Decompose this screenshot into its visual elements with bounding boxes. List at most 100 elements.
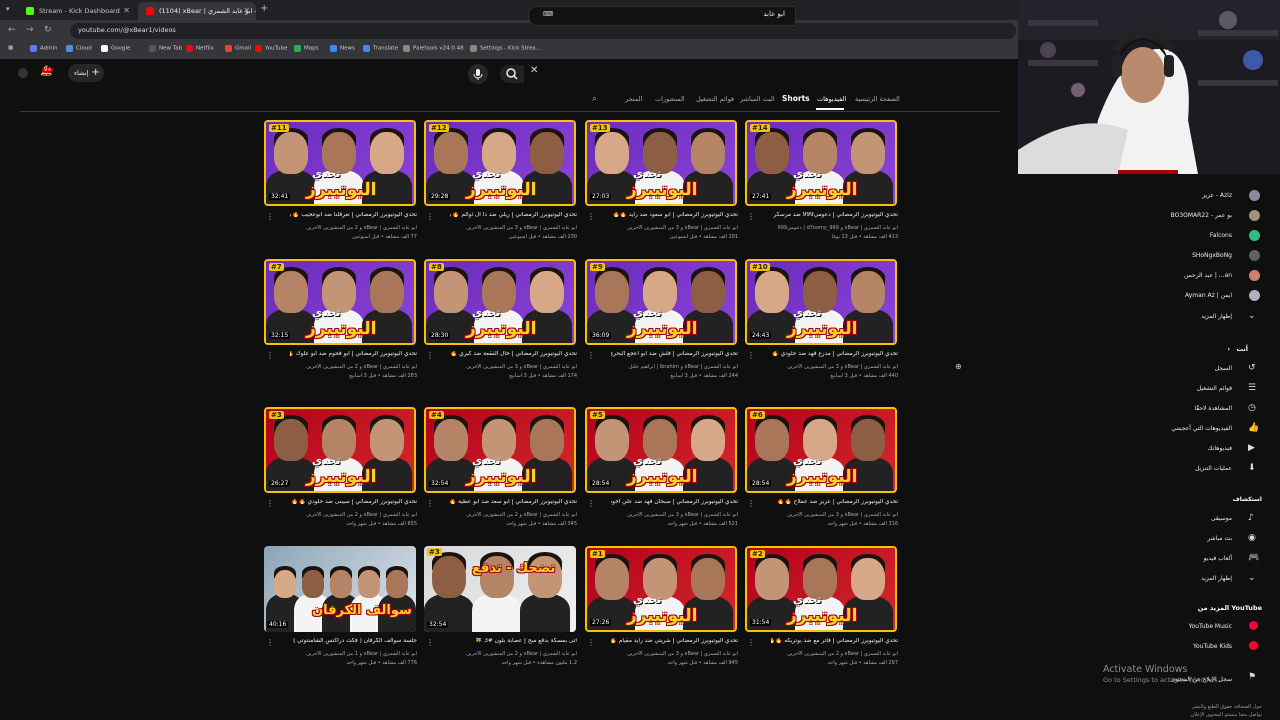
video-thumbnail[interactable]: تحدي اليوتيبرز #7 32:15 xyxy=(264,259,416,345)
channel-avatar[interactable] xyxy=(1249,250,1260,261)
gaming-icon[interactable]: 🎮 xyxy=(1248,553,1259,563)
bookmark-item[interactable]: Maps xyxy=(294,45,318,52)
avatar[interactable] xyxy=(18,68,28,78)
more-options-icon[interactable]: ⋮ xyxy=(587,351,595,360)
tab-list-icon[interactable]: ▾ xyxy=(6,5,10,13)
footer-links[interactable]: تواصل معنا منشئو المحتوى الإعلان xyxy=(1190,712,1262,718)
live-icon[interactable]: ◉ xyxy=(1248,533,1256,543)
bookmark-item[interactable]: Google xyxy=(101,45,130,52)
video-channels[interactable]: ابو عابد الشمري | xBear و Ibrahim | ابرا… xyxy=(611,364,738,370)
forward-icon[interactable]: → xyxy=(26,25,34,35)
video-thumbnail[interactable]: سوالف الكرفان 40:16 xyxy=(264,546,416,632)
video-thumbnail[interactable]: تحدي اليوتيبرز #10 24:43 xyxy=(745,259,897,345)
video-title[interactable]: تحدي اليوتيوبرز الرمضاني | سبحان فهد ضد … xyxy=(611,499,738,505)
subscription-item[interactable]: BO3OMAR22 - بو عمر xyxy=(1171,212,1232,219)
video-thumbnail[interactable]: تحدي اليوتيبرز #12 29:28 xyxy=(424,120,576,206)
you-section-header[interactable]: أنت xyxy=(1236,345,1248,353)
bookmark-item[interactable]: New Tab xyxy=(149,45,182,52)
video-title[interactable]: جلسة سوالف الكرفان ( فكت دراكنس الشامنتو… xyxy=(290,638,417,644)
subscription-item[interactable]: Falcons xyxy=(1210,232,1232,239)
your-videos-icon[interactable]: ▶ xyxy=(1248,443,1255,453)
video-card[interactable]: تحدي اليوتيبرز #7 32:15 تحدي اليوتيوبرز الرم… xyxy=(264,259,417,394)
explore-item-3[interactable]: إظهار المزيد xyxy=(1201,575,1232,582)
video-card[interactable]: تحدي اليوتيبرز #11 32:41 تحدي اليوتيوبرز الر… xyxy=(264,120,417,255)
video-title[interactable]: تحدي اليوتيوبرز الرمضاني | عزيز ضد عملاح… xyxy=(771,499,898,505)
create-button[interactable]: إنشاء + xyxy=(68,64,104,82)
bookmark-item[interactable]: Netflix xyxy=(186,45,214,52)
video-title[interactable]: تحدي اليوتيوبرز الرمضاني | ابو سعود ضد ر… xyxy=(611,212,738,218)
video-channels[interactable]: ابو عابد الشمري | xBear و d7oomy_999 | د… xyxy=(771,225,898,231)
video-thumbnail[interactable]: تضحك - تدفع #3 32:54 xyxy=(424,546,576,632)
channel-avatar[interactable] xyxy=(1249,270,1260,281)
video-card[interactable]: تحدي اليوتيبرز #3 26:27 تحدي اليوتيوبرز الرم… xyxy=(264,407,417,542)
video-card[interactable]: تضحك - تدفع #3 32:54 اتى بمسكة بدقع سح | عص… xyxy=(424,546,577,681)
bookmark-item[interactable]: Admin xyxy=(30,45,58,52)
music-icon[interactable]: ♪ xyxy=(1248,513,1254,523)
video-card[interactable]: تحدي اليوتيبرز #4 32:54 تحدي اليوتيوبرز الرم… xyxy=(424,407,577,542)
explore-item-0[interactable]: موسيقى xyxy=(1211,515,1232,522)
more-options-icon[interactable]: ⋮ xyxy=(266,212,274,221)
you-item-0[interactable]: السجل xyxy=(1215,365,1232,372)
video-thumbnail[interactable]: تحدي اليوتيبرز #13 27:03 xyxy=(585,120,737,206)
video-title[interactable]: تحدي اليوتيوبرز الرمضاني | فاتر مع ضد بو… xyxy=(771,638,898,644)
search-button[interactable] xyxy=(500,65,524,83)
more-options-icon[interactable]: ⋮ xyxy=(587,212,595,221)
subscription-item[interactable]: SHoNgxBoNg xyxy=(1192,252,1232,259)
tab-youtube[interactable]: (1104) xBear | ابو عابد الشمري - Y ✕ xyxy=(138,2,256,20)
show-more-subscriptions[interactable]: إظهار المزيد xyxy=(1201,313,1232,320)
more-options-icon[interactable]: ⋮ xyxy=(266,499,274,508)
video-channels[interactable]: ابو عابد الشمري | xBear و 3 من المنشورين… xyxy=(771,364,898,370)
more-options-icon[interactable]: ⋮ xyxy=(747,212,755,221)
microphone-icon[interactable] xyxy=(468,64,488,84)
channel-avatar[interactable] xyxy=(1249,230,1260,241)
channel-avatar[interactable] xyxy=(1249,190,1260,201)
video-thumbnail[interactable]: تحدي اليوتيبرز #8 28:30 xyxy=(424,259,576,345)
video-title[interactable]: تحدي اليوتيوبرز الرمضاني | سيبنى ضد حلود… xyxy=(290,499,417,505)
channel-search-icon[interactable]: ⌕ xyxy=(592,94,597,104)
video-title[interactable]: تحدي اليوتيوبرز الرمضاني | دعومي999 ضد م… xyxy=(771,212,898,218)
tab-shorts[interactable]: Shorts xyxy=(782,94,810,103)
video-title[interactable]: تحدي اليوتيوبرز الرمضاني | فلش ضد ابو اع… xyxy=(611,351,738,357)
video-channels[interactable]: ابو عابد الشمري | xBear و 3 من المنشورين… xyxy=(771,512,898,518)
video-channels[interactable]: ابو عابد الشمري | xBear و 2 من المنشورين… xyxy=(771,651,898,657)
video-card[interactable]: تحدي اليوتيبرز #8 28:30 تحدي اليوتيوبرز الرم… xyxy=(424,259,577,394)
more-options-icon[interactable]: ⋮ xyxy=(266,638,274,647)
close-icon[interactable]: ✕ xyxy=(243,2,250,20)
video-thumbnail[interactable]: تحدي اليوتيبرز #2 31:54 xyxy=(745,546,897,632)
history-icon[interactable]: ↺ xyxy=(1248,363,1256,373)
video-channels[interactable]: ابو عابد الشمري | xBear و 2 من المنشورين… xyxy=(450,651,577,657)
subscription-item[interactable]: عبد الرحمن | ...an xyxy=(1184,272,1232,279)
search-input[interactable]: ⌨ ابو عابد xyxy=(528,6,796,26)
subscription-item[interactable]: عزيز - Aziz xyxy=(1202,192,1232,199)
more-options-icon[interactable]: ⋮ xyxy=(747,638,755,647)
video-card[interactable]: تحدي اليوتيبرز #1 27:26 تحدي اليوتيوبرز الرم… xyxy=(585,546,738,681)
video-card[interactable]: تحدي اليوتيبرز #10 24:43 تحدي اليوتيوبرز الر… xyxy=(745,259,898,394)
video-title[interactable]: تحدي اليوتيوبرز الرمضاني | ابو سعد ضد اب… xyxy=(450,499,577,505)
more-options-icon[interactable]: ⋮ xyxy=(747,351,755,360)
more-options-icon[interactable]: ⋮ xyxy=(266,351,274,360)
video-channels[interactable]: ابو عابد الشمري | xBear و 3 من المنشورين… xyxy=(611,651,738,657)
tab-videos[interactable]: الفيديوهات xyxy=(817,95,846,103)
tab-home[interactable]: الصفحة الرئيسية xyxy=(855,95,900,103)
video-title[interactable]: تحدي اليوتيوبرز الرمضاني | تعرقلنا ضد اب… xyxy=(290,212,417,218)
keyboard-icon[interactable]: ⌨ xyxy=(543,10,553,18)
video-title[interactable]: تحدي اليوتيوبرز الرمضاني | شريتي ضد رايد… xyxy=(611,638,738,644)
channel-avatar[interactable] xyxy=(1249,290,1260,301)
download-icon[interactable]: ⬇ xyxy=(1248,463,1256,473)
bookmark-item[interactable]: Paletools v24.0.48 xyxy=(403,45,464,52)
video-thumbnail[interactable]: تحدي اليوتيبرز #5 28:54 xyxy=(585,407,737,493)
video-card[interactable]: تحدي اليوتيبرز #14 27:41 تحدي اليوتيوبرز الر… xyxy=(745,120,898,255)
more-item-1[interactable]: YouTube Kids xyxy=(1193,643,1232,650)
video-title[interactable]: تحدي اليوتيوبرز الرمضاني | ريلي ضد ذا ال… xyxy=(450,212,577,218)
playlists-icon[interactable]: ☰ xyxy=(1248,383,1256,393)
video-thumbnail[interactable]: تحدي اليوتيبرز #11 32:41 xyxy=(264,120,416,206)
video-card[interactable]: تحدي اليوتيبرز #6 28:54 تحدي اليوتيوبرز الرم… xyxy=(745,407,898,542)
you-item-1[interactable]: قوائم التشغيل xyxy=(1197,385,1232,392)
back-icon[interactable]: ← xyxy=(8,25,16,35)
new-tab-button[interactable]: + xyxy=(260,3,268,14)
video-channels[interactable]: ابو عابد الشمري | xBear و 2 من المنشورين… xyxy=(290,512,417,518)
tab-playlists[interactable]: قوائم التشغيل xyxy=(696,95,734,103)
reload-icon[interactable]: ↻ xyxy=(44,25,52,35)
more-options-icon[interactable]: ⋮ xyxy=(747,499,755,508)
video-title[interactable]: اتى بمسكة بدقع سح | عصابة بلون #3 🍀 xyxy=(450,638,577,644)
